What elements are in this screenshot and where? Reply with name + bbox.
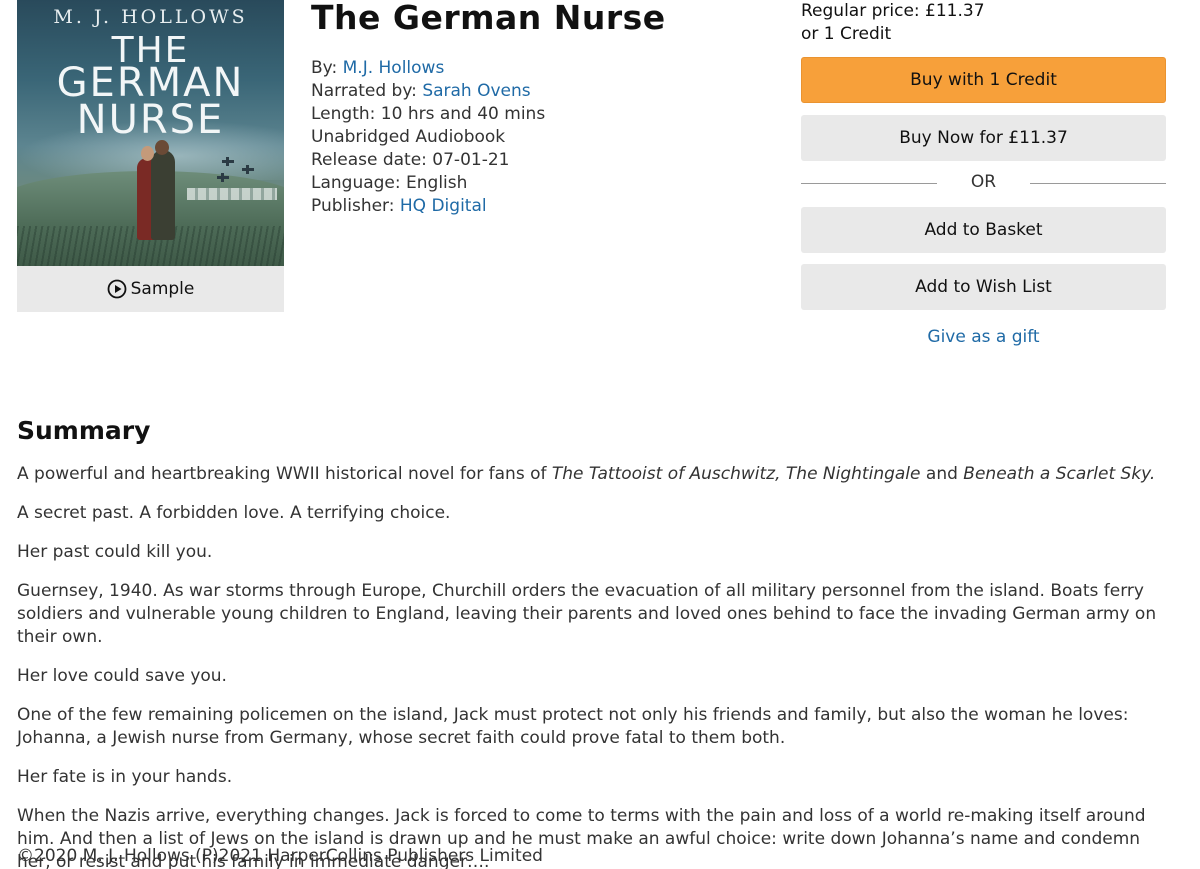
book-details: By: M.J. Hollows Narrated by: Sarah Oven…: [311, 57, 545, 218]
page-title: The German Nurse: [311, 0, 666, 37]
language-row: Language: English: [311, 172, 545, 195]
summary-paragraph: Guernsey, 1940. As war storms through Eu…: [17, 581, 1157, 647]
release-label: Release date:: [311, 150, 427, 170]
plane-illustration: [222, 157, 234, 166]
language-value: English: [406, 173, 468, 193]
author-link[interactable]: M.J. Hollows: [343, 58, 445, 78]
purchase-panel: Regular price: £11.37 or 1 Credit Buy wi…: [801, 0, 1166, 347]
or-label: OR: [970, 172, 997, 192]
plane-illustration: [217, 173, 229, 182]
publisher-label: Publisher:: [311, 196, 395, 216]
length-row: Length: 10 hrs and 40 mins: [311, 103, 545, 126]
buy-now-button[interactable]: Buy Now for £11.37: [801, 115, 1166, 161]
author-label: By:: [311, 58, 338, 78]
or-divider: OR: [801, 172, 1166, 194]
play-circle-icon: [107, 279, 127, 299]
summary-paragraph: Her love could save you.: [17, 666, 227, 686]
summary-heading: Summary: [17, 416, 151, 445]
book-cover-image[interactable]: M. J. HOLLOWS THE GERMAN NURSE: [17, 0, 284, 266]
add-to-basket-button[interactable]: Add to Basket: [801, 207, 1166, 253]
couple-illustration: [137, 140, 179, 240]
credit-price: or 1 Credit: [801, 24, 892, 44]
language-label: Language:: [311, 173, 401, 193]
add-to-wishlist-button[interactable]: Add to Wish List: [801, 264, 1166, 310]
summary-paragraph: A secret past. A forbidden love. A terri…: [17, 503, 451, 523]
sample-button[interactable]: Sample: [17, 266, 284, 312]
length-value: 10 hrs and 40 mins: [380, 104, 546, 124]
narrator-row: Narrated by: Sarah Ovens: [311, 80, 545, 103]
narrator-label: Narrated by:: [311, 81, 417, 101]
author-row: By: M.J. Hollows: [311, 57, 545, 80]
publisher-link[interactable]: HQ Digital: [400, 196, 487, 216]
publisher-row: Publisher: HQ Digital: [311, 195, 545, 218]
cover-title-line: NURSE: [76, 97, 225, 143]
give-as-gift-link[interactable]: Give as a gift: [801, 327, 1166, 347]
copyright-notice: ©2020 M. J. Hollows (P)2021 HarperCollin…: [17, 846, 543, 866]
plane-illustration: [242, 165, 254, 174]
summary-paragraph: Her fate is in your hands.: [17, 767, 233, 787]
book-reference: The Tattooist of Auschwitz, The Nighting…: [551, 464, 921, 484]
length-label: Length:: [311, 104, 376, 124]
regular-price: Regular price: £11.37: [801, 1, 985, 21]
narrator-link[interactable]: Sarah Ovens: [422, 81, 530, 101]
format-row: Unabridged Audiobook: [311, 127, 506, 147]
summary-text: A powerful and heartbreaking WWII histor…: [17, 463, 1177, 869]
release-value: 07-01-21: [432, 150, 510, 170]
summary-paragraph: A powerful and heartbreaking WWII histor…: [17, 464, 1156, 484]
buy-with-credit-button[interactable]: Buy with 1 Credit: [801, 57, 1166, 103]
sample-label: Sample: [130, 279, 195, 299]
cover-author: M. J. HOLLOWS: [53, 6, 248, 28]
book-reference: Beneath a Scarlet Sky.: [963, 464, 1156, 484]
summary-paragraph: One of the few remaining policemen on th…: [17, 705, 1129, 748]
summary-paragraph: Her past could kill you.: [17, 542, 213, 562]
release-row: Release date: 07-01-21: [311, 149, 545, 172]
